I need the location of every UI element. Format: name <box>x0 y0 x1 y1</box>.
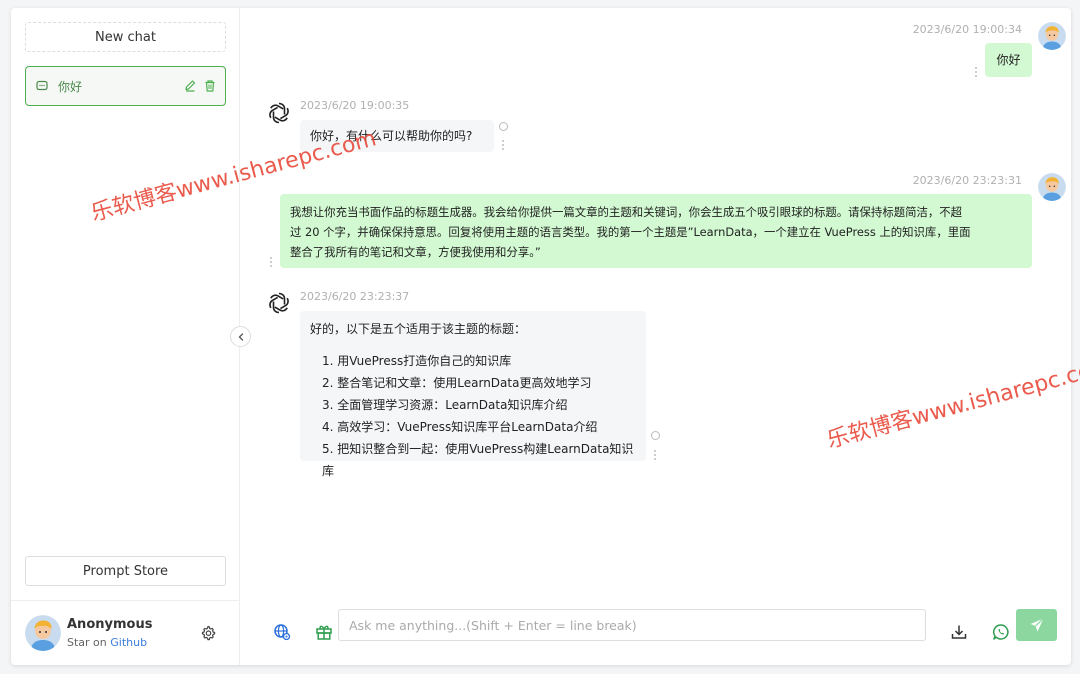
message-text: 你好 <box>996 53 1021 67</box>
download-icon[interactable] <box>950 623 968 641</box>
conversation-item[interactable]: 你好 <box>25 66 226 106</box>
regenerate-icon[interactable] <box>499 122 508 131</box>
message-intro: 好的，以下是五个适用于该主题的标题： <box>310 322 527 336</box>
edit-icon[interactable] <box>183 79 197 93</box>
user-avatar <box>25 615 61 651</box>
github-link[interactable]: Github <box>110 636 147 649</box>
regenerate-icon[interactable] <box>651 431 660 440</box>
message-line: 我想让你充当书面作品的标题生成器。我会给你提供一篇文章的主题和关键词，你会生成五… <box>290 205 963 219</box>
new-chat-button[interactable]: New chat <box>25 22 226 52</box>
gear-icon[interactable] <box>200 625 216 641</box>
list-item: 1. 用VuePress打造你自己的知识库 <box>322 354 512 368</box>
message-time: 2023/6/20 23:23:37 <box>300 290 410 303</box>
message-time: 2023/6/20 19:00:35 <box>300 99 410 112</box>
chat-app-window: New chat 你好 Prompt Store Anonymous Star … <box>11 8 1071 665</box>
more-options-icon[interactable] <box>501 139 505 151</box>
chatgpt-logo-icon <box>269 292 289 314</box>
chat-bubble-icon <box>36 80 48 91</box>
more-options-icon[interactable] <box>269 256 273 268</box>
chat-main: 2023/6/20 19:00:34 你好 2023/6/20 19:00:35… <box>241 8 1071 665</box>
chatgpt-logo-icon <box>269 102 289 124</box>
globe-icon[interactable] <box>273 623 291 641</box>
ask-input[interactable] <box>338 609 926 641</box>
user-subtitle: Star on Github <box>67 636 147 649</box>
user-message-avatar <box>1038 173 1066 201</box>
list-item: 3. 全面管理学习资源：LearnData知识库介绍 <box>322 398 568 412</box>
sidebar: New chat 你好 Prompt Store Anonymous Star … <box>11 8 240 665</box>
composer <box>241 600 1071 665</box>
user-message-bubble: 我想让你充当书面作品的标题生成器。我会给你提供一篇文章的主题和关键词，你会生成五… <box>280 194 1032 268</box>
whatsapp-icon[interactable] <box>992 623 1010 641</box>
list-item: 5. 把知识整合到一起：使用VuePress构建LearnData知识库 <box>322 442 634 478</box>
prompt-store-button[interactable]: Prompt Store <box>25 556 226 586</box>
user-subtitle-prefix: Star on <box>67 636 107 649</box>
list-item: 4. 高效学习：VuePress知识库平台LearnData介绍 <box>322 420 598 434</box>
message-text: 你好，有什么可以帮助你的吗? <box>310 129 473 143</box>
send-button[interactable] <box>1016 609 1057 641</box>
trash-icon[interactable] <box>203 79 217 93</box>
list-item: 2. 整合笔记和文章：使用LearnData更高效地学习 <box>322 376 592 390</box>
assistant-message-bubble: 你好，有什么可以帮助你的吗? <box>300 120 494 152</box>
collapse-sidebar-button[interactable] <box>230 326 251 347</box>
user-message-avatar <box>1038 22 1066 50</box>
gift-icon[interactable] <box>315 623 333 641</box>
assistant-message-bubble: 好的，以下是五个适用于该主题的标题： 1. 用VuePress打造你自己的知识库… <box>300 311 646 478</box>
more-options-icon[interactable] <box>974 66 978 78</box>
title-list: 1. 用VuePress打造你自己的知识库 2. 整合笔记和文章：使用Learn… <box>310 350 636 482</box>
more-options-icon[interactable] <box>653 449 657 461</box>
chevron-left-icon <box>238 332 243 341</box>
message-line: 过 20 个字，并确保保持意思。回复将使用主题的语言类型。我的第一个主题是”Le… <box>290 225 971 239</box>
user-message-bubble: 你好 <box>985 43 1032 77</box>
message-time: 2023/6/20 19:00:34 <box>912 23 1022 36</box>
message-time: 2023/6/20 23:23:31 <box>912 174 1022 187</box>
paper-plane-icon <box>1030 618 1044 632</box>
user-name: Anonymous <box>67 617 153 632</box>
user-panel: Anonymous Star on Github <box>11 600 240 665</box>
conversation-title: 你好 <box>58 79 83 94</box>
message-line: 整合了我所有的笔记和文章，方便我使用和分享。” <box>290 245 541 259</box>
